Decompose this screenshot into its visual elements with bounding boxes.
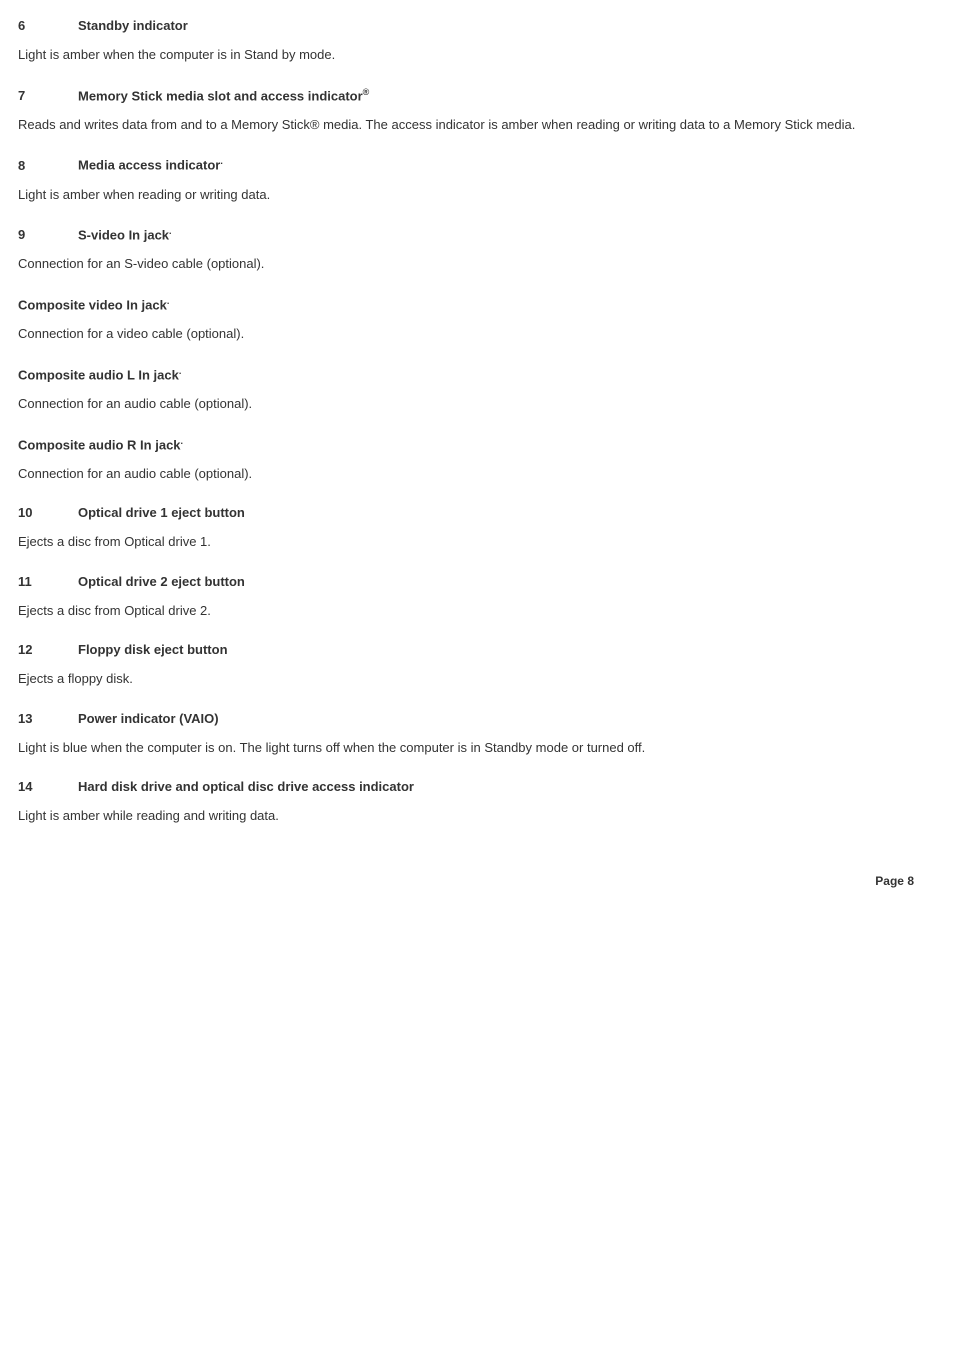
section-11: 11 Optical drive 2 eject button Ejects a…: [18, 574, 914, 621]
composite-audio-l-header: Composite audio L In jack.: [18, 366, 914, 382]
section-6: 6 Standby indicator Light is amber when …: [18, 18, 914, 65]
section-10: 10 Optical drive 1 eject button Ejects a…: [18, 505, 914, 552]
page-footer: Page 8: [875, 874, 914, 888]
page-container: 6 Standby indicator Light is amber when …: [0, 0, 954, 908]
section-14-header: 14 Hard disk drive and optical disc driv…: [18, 779, 914, 794]
composite-video-body: Connection for a video cable (optional).: [18, 324, 914, 344]
section-9-header: 9 S-video In jack.: [18, 226, 914, 242]
section-7: 7 Memory Stick media slot and access ind…: [18, 87, 914, 135]
section-7-header: 7 Memory Stick media slot and access ind…: [18, 87, 914, 103]
section-8-title: Media access indicator.: [78, 156, 223, 172]
section-7-title: Memory Stick media slot and access indic…: [78, 87, 369, 103]
composite-audio-l-body: Connection for an audio cable (optional)…: [18, 394, 914, 414]
section-6-body: Light is amber when the computer is in S…: [18, 45, 914, 65]
section-composite-audio-l: Composite audio L In jack. Connection fo…: [18, 366, 914, 414]
section-9-body: Connection for an S-video cable (optiona…: [18, 254, 914, 274]
section-11-body: Ejects a disc from Optical drive 2.: [18, 601, 914, 621]
section-11-number: 11: [18, 574, 78, 589]
section-composite-video: Composite video In jack. Connection for …: [18, 296, 914, 344]
section-14-number: 14: [18, 779, 78, 794]
section-13-body: Light is blue when the computer is on. T…: [18, 738, 914, 758]
composite-audio-r-body: Connection for an audio cable (optional)…: [18, 464, 914, 484]
composite-audio-r-header: Composite audio R In jack.: [18, 436, 914, 452]
section-13-title: Power indicator (VAIO): [78, 711, 219, 726]
section-11-header: 11 Optical drive 2 eject button: [18, 574, 914, 589]
section-14-title: Hard disk drive and optical disc drive a…: [78, 779, 414, 794]
section-13-number: 13: [18, 711, 78, 726]
section-6-title: Standby indicator: [78, 18, 188, 33]
section-9-number: 9: [18, 227, 78, 242]
page-number: Page 8: [875, 874, 914, 888]
section-8-number: 8: [18, 158, 78, 173]
section-6-number: 6: [18, 18, 78, 33]
section-6-header: 6 Standby indicator: [18, 18, 914, 33]
section-12-title: Floppy disk eject button: [78, 642, 228, 657]
section-14-body: Light is amber while reading and writing…: [18, 806, 914, 826]
section-12-number: 12: [18, 642, 78, 657]
section-14: 14 Hard disk drive and optical disc driv…: [18, 779, 914, 826]
section-8-body: Light is amber when reading or writing d…: [18, 185, 914, 205]
section-7-body: Reads and writes data from and to a Memo…: [18, 115, 914, 135]
section-8-header: 8 Media access indicator.: [18, 156, 914, 172]
section-9: 9 S-video In jack. Connection for an S-v…: [18, 226, 914, 274]
section-10-body: Ejects a disc from Optical drive 1.: [18, 532, 914, 552]
section-composite-audio-r: Composite audio R In jack. Connection fo…: [18, 436, 914, 484]
section-10-number: 10: [18, 505, 78, 520]
section-12-body: Ejects a floppy disk.: [18, 669, 914, 689]
section-12: 12 Floppy disk eject button Ejects a flo…: [18, 642, 914, 689]
section-8: 8 Media access indicator. Light is amber…: [18, 156, 914, 204]
section-12-header: 12 Floppy disk eject button: [18, 642, 914, 657]
section-10-header: 10 Optical drive 1 eject button: [18, 505, 914, 520]
composite-video-header: Composite video In jack.: [18, 296, 914, 312]
section-11-title: Optical drive 2 eject button: [78, 574, 245, 589]
section-10-title: Optical drive 1 eject button: [78, 505, 245, 520]
section-7-number: 7: [18, 88, 78, 103]
section-13-header: 13 Power indicator (VAIO): [18, 711, 914, 726]
section-9-title: S-video In jack.: [78, 226, 172, 242]
section-13: 13 Power indicator (VAIO) Light is blue …: [18, 711, 914, 758]
